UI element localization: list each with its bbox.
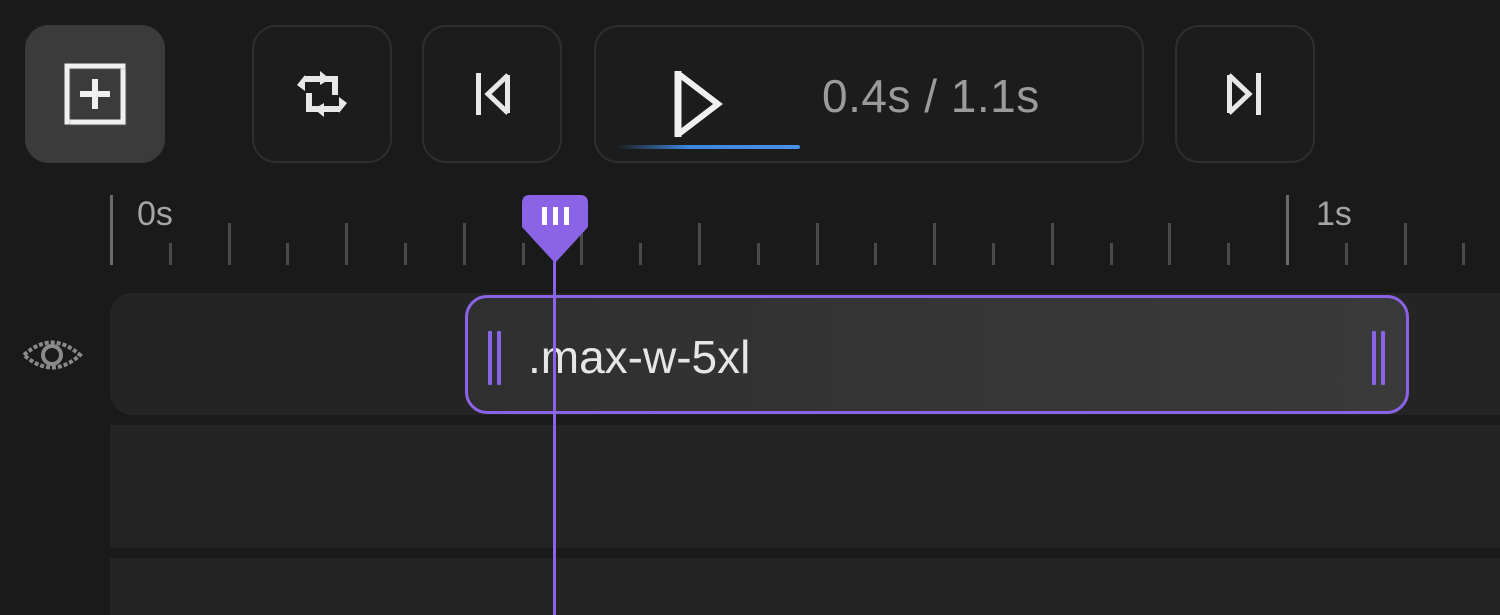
ruler-tick — [404, 243, 407, 265]
skip-previous-icon — [476, 73, 510, 115]
ruler-tick — [1168, 223, 1171, 265]
playhead-handle[interactable] — [520, 193, 590, 265]
ruler-tick — [286, 243, 289, 265]
ruler-tick — [169, 243, 172, 265]
timeline-clip[interactable]: .max-w-5xl — [465, 295, 1409, 414]
ruler-tick — [1345, 243, 1348, 265]
ruler-tick — [1051, 223, 1054, 265]
ruler-tick — [757, 243, 760, 265]
loop-icon — [297, 71, 347, 117]
clip-end-handle[interactable] — [1372, 331, 1386, 385]
time-ruler[interactable]: 0s 1s — [0, 190, 1500, 270]
clip-label: .max-w-5xl — [528, 331, 751, 383]
ruler-tick — [1110, 243, 1113, 265]
skip-previous-button[interactable] — [422, 25, 562, 163]
ruler-tick — [698, 223, 701, 265]
clip-start-handle[interactable] — [488, 331, 502, 385]
eye-icon[interactable] — [20, 334, 84, 376]
ruler-tick — [463, 223, 466, 265]
ruler-tick — [992, 243, 995, 265]
track-row[interactable] — [110, 558, 1500, 615]
timeline-panel: 0.4s / 1.1s 0s 1s .max-w-5xl — [0, 0, 1500, 615]
play-icon — [674, 71, 723, 137]
play-button[interactable]: 0.4s / 1.1s — [594, 25, 1144, 163]
skip-next-icon — [1227, 73, 1261, 115]
ruler-tick — [1404, 223, 1407, 265]
playback-time: 0.4s / 1.1s — [822, 70, 1040, 122]
ruler-tick — [228, 223, 231, 265]
ruler-tick — [874, 243, 877, 265]
ruler-tick — [816, 223, 819, 265]
ruler-tick — [345, 223, 348, 265]
playhead-line — [553, 250, 556, 615]
skip-next-button[interactable] — [1175, 25, 1315, 163]
ruler-tick — [933, 223, 936, 265]
ruler-tick — [110, 195, 113, 265]
ruler-tick — [639, 243, 642, 265]
add-button[interactable] — [25, 25, 165, 163]
loop-button[interactable] — [252, 25, 392, 163]
add-square-icon — [64, 63, 127, 126]
ruler-tick — [1286, 195, 1289, 265]
ruler-tick — [1462, 243, 1465, 265]
track-row[interactable] — [110, 425, 1500, 548]
ruler-label-start: 0s — [137, 195, 173, 233]
ruler-tick — [1227, 243, 1230, 265]
playback-progress-fill — [616, 145, 800, 149]
ruler-label-end: 1s — [1316, 195, 1352, 233]
playback-progress — [616, 145, 1126, 149]
